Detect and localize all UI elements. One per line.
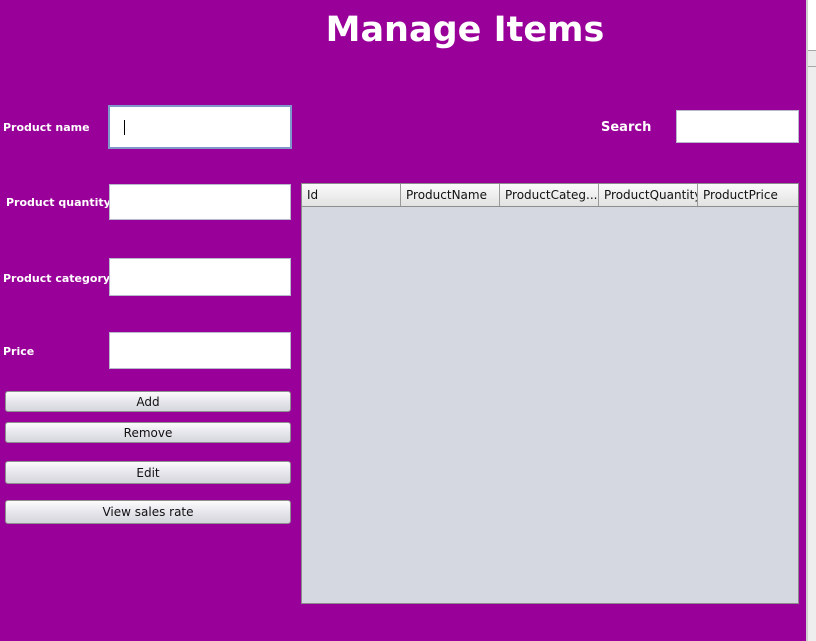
product-category-input[interactable] [110, 259, 290, 295]
product-name-label: Product name [3, 121, 90, 134]
product-quantity-field[interactable] [109, 184, 291, 220]
product-category-field[interactable] [109, 258, 291, 296]
search-label: Search [601, 120, 652, 135]
items-table[interactable]: Id ProductName ProductCateg... ProductQu… [301, 183, 799, 604]
product-name-field[interactable] [108, 105, 292, 149]
search-input[interactable] [677, 111, 798, 142]
column-header-productname[interactable]: ProductName [401, 184, 500, 206]
background-bar [808, 50, 816, 67]
table-header: Id ProductName ProductCateg... ProductQu… [302, 184, 798, 207]
text-caret [124, 120, 125, 135]
price-field[interactable] [109, 332, 291, 369]
view-sales-rate-button[interactable]: View sales rate [5, 500, 291, 524]
product-quantity-input[interactable] [110, 185, 290, 219]
column-header-id[interactable]: Id [302, 184, 401, 206]
column-header-productquantity[interactable]: ProductQuantity [599, 184, 698, 206]
price-input[interactable] [110, 333, 290, 368]
product-name-input[interactable] [110, 107, 290, 147]
column-header-productcategory[interactable]: ProductCateg... [500, 184, 599, 206]
background-strip-lower [808, 67, 816, 641]
search-field[interactable] [676, 110, 799, 143]
product-quantity-label: Product quantity [6, 196, 111, 209]
background-strip [808, 0, 816, 50]
add-button[interactable]: Add [5, 391, 291, 412]
product-category-label: Product category [3, 272, 111, 285]
price-label: Price [3, 345, 35, 358]
remove-button[interactable]: Remove [5, 422, 291, 443]
page-title: Manage Items [325, 10, 605, 50]
manage-items-panel: Manage Items Product name Product quanti… [0, 0, 806, 641]
column-header-productprice[interactable]: ProductPrice [698, 184, 798, 206]
edit-button[interactable]: Edit [5, 461, 291, 484]
